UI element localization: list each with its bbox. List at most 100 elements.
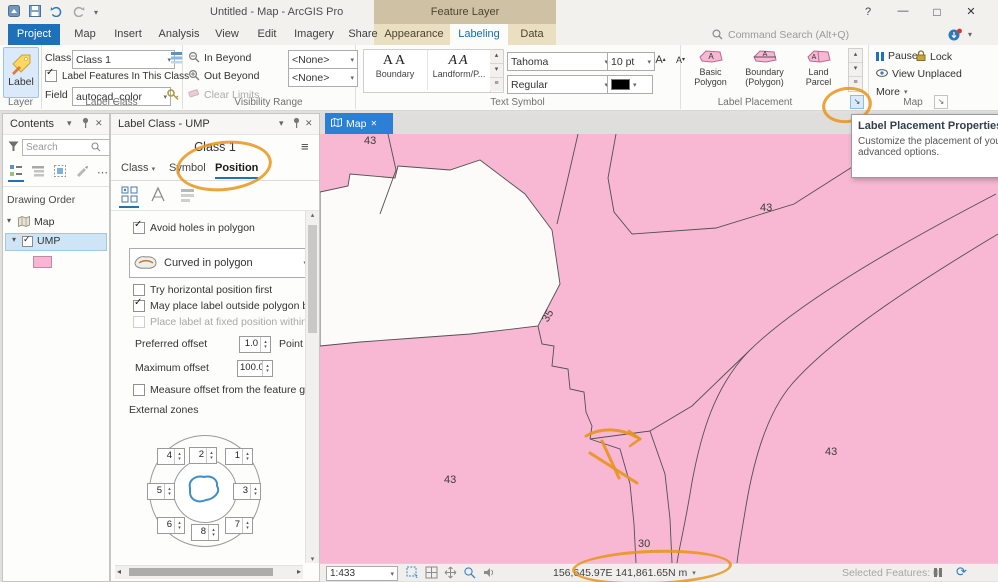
scroll-down-icon[interactable]: ▾ [306, 555, 319, 563]
maximize-button[interactable]: □ [924, 0, 950, 24]
pan-tool-icon[interactable] [444, 566, 457, 582]
subtab-fitting-icon[interactable] [150, 186, 167, 206]
preferred-offset-unit[interactable]: Point [279, 338, 303, 350]
tab-insert[interactable]: Insert [106, 24, 150, 45]
scrollbar-thumb[interactable] [129, 568, 273, 576]
gallery-up-icon[interactable]: ▴ [490, 50, 503, 64]
gallery-expand-icon[interactable]: ≡ [849, 77, 862, 90]
zoom-extent-icon[interactable] [463, 566, 476, 582]
scroll-up-icon[interactable]: ▴ [306, 211, 319, 219]
tab-project[interactable]: Project [8, 24, 60, 45]
caret-down-icon[interactable]: ▾ [12, 235, 16, 244]
pane-menu-caret-icon[interactable]: ▾ [67, 118, 72, 129]
refresh-icon[interactable]: ⟳ [956, 564, 967, 580]
tab-appearance[interactable]: Appearance [382, 24, 446, 45]
lock-labels-button[interactable]: Lock [916, 50, 952, 64]
label-toggle-button[interactable]: Label [3, 47, 39, 98]
zone-2-spinner[interactable]: 2 ▴ ▾ [189, 447, 217, 464]
zone-3-spinner[interactable]: 3 ▴ ▾ [233, 483, 261, 500]
pause-labeling-button[interactable]: Pause [876, 50, 918, 62]
pane-menu-caret-icon[interactable]: ▾ [279, 118, 284, 129]
label-features-checkbox[interactable]: ✓ Label Features In This Class [45, 67, 189, 82]
pin-icon[interactable] [292, 117, 301, 131]
tab-imagery[interactable]: Imagery [288, 24, 340, 45]
text-symbol-item-landform[interactable]: AA Landform/P... [427, 50, 490, 90]
select-tool-icon[interactable] [406, 566, 419, 582]
ribbon-options-caret-icon[interactable]: ▾ [968, 30, 972, 39]
zone-5-spinner[interactable]: 5 ▴ ▾ [147, 483, 175, 500]
font-style-dropdown[interactable]: Regular ▾ [507, 75, 612, 94]
font-grow-button[interactable]: A▴ [651, 52, 670, 69]
vertical-scrollbar[interactable]: ▴ ▾ [305, 211, 319, 563]
pin-icon[interactable] [81, 117, 90, 131]
notifications-icon[interactable] [948, 28, 962, 45]
speaker-icon[interactable] [482, 566, 495, 582]
zone-7-spinner[interactable]: 7 ▴ ▾ [225, 517, 253, 534]
gallery-expand-icon[interactable]: ≡ [490, 78, 503, 91]
map-view-tab[interactable]: Map ✕ [325, 113, 393, 134]
measure-offset-checkbox[interactable]: Measure offset from the feature geometr [133, 384, 308, 396]
close-button[interactable]: ✕ [956, 0, 986, 24]
tab-position[interactable]: Position [215, 162, 259, 179]
scale-dropdown[interactable]: 1:433 ▾ [326, 566, 398, 581]
font-dropdown[interactable]: Tahoma ▾ [507, 52, 612, 71]
horizontal-scrollbar[interactable]: ◂ ▸ [115, 565, 303, 579]
avoid-holes-checkbox[interactable]: ✓ Avoid holes in polygon [133, 219, 255, 234]
scroll-left-icon[interactable]: ◂ [117, 567, 121, 576]
try-horizontal-checkbox[interactable]: Try horizontal position first [133, 284, 272, 296]
placement-item-basic-polygon[interactable]: A Basic Polygon [684, 48, 737, 87]
placement-style-dropdown[interactable]: Curved in polygon ▾ [129, 248, 311, 278]
font-size-dropdown[interactable]: 10 pt ▾ [607, 52, 655, 71]
tab-analysis[interactable]: Analysis [152, 24, 206, 45]
out-beyond-dropdown[interactable]: <None> ▾ [288, 68, 358, 87]
grid-snap-icon[interactable] [425, 566, 438, 582]
tab-edit[interactable]: Edit [248, 24, 286, 45]
caret-down-icon[interactable]: ▾ [7, 216, 11, 225]
save-icon[interactable] [29, 5, 41, 20]
scrollbar-thumb[interactable] [308, 225, 317, 333]
tree-item-ump[interactable]: ▾ ✓ UMP [5, 233, 107, 251]
tab-data[interactable]: Data [512, 24, 552, 45]
project-icon[interactable] [8, 5, 20, 20]
in-beyond-dropdown[interactable]: <None> ▾ [288, 50, 358, 69]
close-pane-icon[interactable]: ✕ [305, 118, 313, 129]
tab-map[interactable]: Map [66, 24, 104, 45]
minimize-button[interactable]: — [890, 0, 916, 24]
class-dropdown[interactable]: Class 1 ▾ [72, 50, 175, 69]
zone-4-spinner[interactable]: 4 ▴ ▾ [157, 448, 185, 465]
zone-6-spinner[interactable]: 6 ▴ ▾ [157, 517, 185, 534]
tab-symbol[interactable]: Symbol [169, 162, 206, 174]
layer-checkbox[interactable]: ✓ [22, 234, 33, 247]
close-pane-icon[interactable]: ✕ [95, 118, 103, 129]
panel-menu-icon[interactable]: ≡ [301, 139, 309, 154]
zone-8-spinner[interactable]: 8 ▴ ▾ [191, 524, 219, 541]
customize-toolbar-icon[interactable]: ▾ [94, 8, 98, 17]
gallery-down-icon[interactable]: ▾ [849, 63, 862, 77]
command-search-input[interactable] [726, 26, 880, 44]
list-by-drawing-order-icon[interactable] [9, 164, 23, 181]
view-unplaced-button[interactable]: View Unplaced [876, 68, 962, 80]
placement-item-land-parcel[interactable]: A Land Parcel [792, 48, 845, 87]
tab-labeling[interactable]: Labeling [450, 24, 508, 45]
outside-boundary-checkbox[interactable]: ✓ May place label outside polygon bounda [133, 297, 308, 312]
text-symbol-item-boundary[interactable]: AA Boundary [364, 50, 426, 90]
placement-item-boundary-polygon[interactable]: A Boundary (Polygon) [738, 48, 791, 87]
pause-drawing-icon[interactable] [934, 568, 942, 577]
subtab-placement-icon[interactable] [121, 186, 138, 206]
fixed-position-checkbox[interactable]: Place label at fixed position within pol… [133, 316, 308, 328]
list-by-source-icon[interactable] [31, 164, 45, 181]
close-view-icon[interactable]: ✕ [370, 119, 377, 128]
more-view-modes-icon[interactable]: ⋯ [97, 166, 108, 179]
tab-class[interactable]: Class ▾ [121, 162, 155, 174]
subtab-conflict-icon[interactable] [179, 186, 196, 206]
undo-icon[interactable] [50, 6, 63, 20]
scroll-right-icon[interactable]: ▸ [297, 567, 301, 576]
help-button[interactable]: ? [858, 0, 878, 24]
font-color-dropdown[interactable]: ▾ [607, 75, 653, 94]
gallery-down-icon[interactable]: ▾ [490, 64, 503, 78]
list-by-editing-icon[interactable] [75, 164, 89, 181]
gallery-up-icon[interactable]: ▴ [849, 49, 862, 63]
maximum-offset-spinner[interactable]: 100.0 ▴ ▾ [237, 360, 273, 377]
tab-view[interactable]: View [208, 24, 246, 45]
map-canvas[interactable]: 43 43 35 43 43 30 [320, 134, 998, 563]
